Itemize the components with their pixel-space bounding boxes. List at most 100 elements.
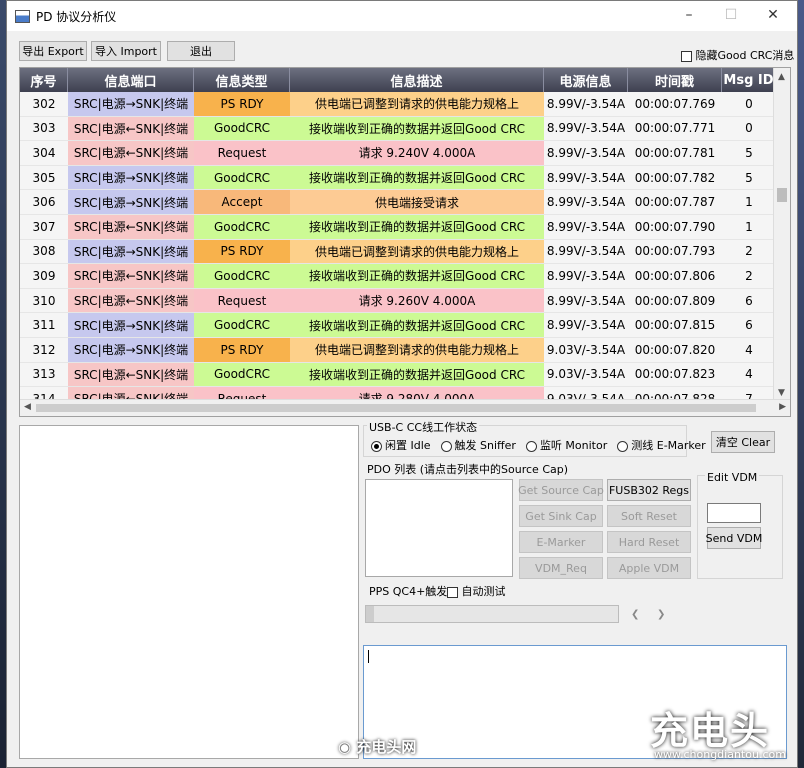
type-cell: Request — [194, 288, 290, 314]
column-header[interactable]: 信息类型 — [194, 68, 290, 92]
auto-test-checkbox[interactable] — [447, 586, 458, 598]
pdo-list[interactable] — [365, 479, 513, 577]
table-row[interactable]: 311 SRC|电源→SNK|终端 GoodCRC 接收端收到正确的数据并返回Good… — [20, 313, 776, 338]
type-cell: PS RDY — [194, 337, 290, 363]
desc-cell: 接收端收到正确的数据并返回Good CRC — [290, 264, 544, 289]
soft-reset-button[interactable]: Soft Reset — [607, 505, 691, 527]
auto-test-option[interactable]: 自动测试 — [447, 583, 506, 599]
table-row[interactable]: 308 SRC|电源→SNK|终端 PS RDY 供电端已调整到请求的供电能力规格上 8… — [20, 239, 776, 265]
table-row[interactable]: 309 SRC|电源←SNK|终端 GoodCRC 接收端收到正确的数据并返回Good… — [20, 264, 776, 289]
exit-button[interactable]: 退出 — [167, 41, 235, 61]
clear-button[interactable]: 清空 Clear — [711, 431, 775, 453]
scroll-left-icon[interactable]: ◀ — [24, 402, 31, 412]
hide-good-crc-option[interactable]: 隐藏Good CRC消息 — [681, 47, 794, 63]
type-cell: PS RDY — [194, 92, 290, 117]
e-marker-button[interactable]: E-Marker — [519, 531, 603, 553]
pps-slider-handle[interactable] — [366, 606, 374, 622]
time-cell: 00:00:07.782 — [628, 165, 722, 191]
cc-option-e-marker[interactable]: 测线 E-Marker — [617, 437, 706, 453]
time-cell: 00:00:07.790 — [628, 214, 722, 240]
detail-panel[interactable] — [19, 425, 359, 759]
table-row[interactable]: 302 SRC|电源→SNK|终端 PS RDY 供电端已调整到请求的供电能力规格上 8… — [20, 92, 776, 117]
desc-cell: 接收端收到正确的数据并返回Good CRC — [290, 362, 544, 388]
table-row[interactable]: 313 SRC|电源←SNK|终端 GoodCRC 接收端收到正确的数据并返回Good… — [20, 362, 776, 388]
type-cell: PS RDY — [194, 239, 290, 265]
cc-state-title: USB-C CC线工作状态 — [367, 419, 480, 435]
column-header[interactable]: 序号 — [20, 68, 68, 92]
port-cell: SRC|电源→SNK|终端 — [68, 92, 194, 117]
seq-cell: 304 — [20, 141, 68, 166]
minimize-icon[interactable]: – — [681, 7, 697, 23]
msg-id-cell: 1 — [722, 190, 776, 215]
pps-slider[interactable] — [365, 605, 619, 623]
send-vdm-button[interactable]: Send VDM — [706, 527, 762, 549]
import-button[interactable]: 导入 Import — [91, 41, 161, 61]
time-cell: 00:00:07.820 — [628, 337, 722, 363]
cc-radio-e-marker[interactable] — [617, 440, 629, 452]
title-bar: PD 协议分析仪 — [7, 1, 797, 31]
pps-label: PPS QC4+触发 — [369, 585, 448, 598]
type-cell: GoodCRC — [194, 264, 290, 289]
time-cell: 00:00:07.769 — [628, 92, 722, 117]
port-cell: SRC|电源→SNK|终端 — [68, 165, 194, 191]
column-header[interactable]: 时间戳 — [628, 68, 722, 92]
power-cell: 8.99V/-3.54A — [544, 313, 628, 338]
power-cell: 8.99V/-3.54A — [544, 92, 628, 117]
table-row[interactable]: 306 SRC|电源→SNK|终端 Accept 供电端接受请求 8.99V/-3.54… — [20, 190, 776, 215]
hard-reset-button[interactable]: Hard Reset — [607, 531, 691, 553]
cc-radio-monitor[interactable] — [525, 440, 537, 452]
seq-cell: 302 — [20, 92, 68, 117]
pdo-list-title: PDO 列表 (请点击列表中的Source Cap) — [367, 463, 569, 476]
scroll-down-icon[interactable]: ▼ — [778, 388, 785, 398]
hide-good-crc-checkbox[interactable] — [681, 50, 692, 62]
table-row[interactable]: 304 SRC|电源←SNK|终端 Request 请求 9.240V 4.000A 8… — [20, 141, 776, 166]
horizontal-scroll-thumb[interactable] — [36, 404, 756, 412]
pps-decrease-icon[interactable]: ❮ — [631, 609, 639, 620]
column-header[interactable]: 信息描述 — [290, 68, 544, 92]
cc-option-idle[interactable]: 闲置 Idle — [371, 437, 431, 453]
scroll-right-icon[interactable]: ▶ — [779, 402, 786, 412]
seq-cell: 309 — [20, 264, 68, 289]
desc-cell: 接收端收到正确的数据并返回Good CRC — [290, 165, 544, 191]
get-source-cap-button[interactable]: Get Source Cap — [518, 479, 604, 501]
vdm-input[interactable] — [707, 503, 761, 523]
vdm-req-button[interactable]: VDM_Req — [519, 557, 603, 579]
pps-increase-icon[interactable]: ❯ — [657, 609, 665, 620]
table-row[interactable]: 310 SRC|电源←SNK|终端 Request 请求 9.260V 4.000A 8… — [20, 288, 776, 314]
message-table[interactable]: 序号 信息端口 信息类型 信息描述 电源信息 时间戳 Msg ID 302 SRC|电源→SN… — [19, 67, 791, 417]
cc-radio-sniffer[interactable] — [440, 440, 452, 452]
close-icon[interactable]: ✕ — [765, 7, 781, 23]
column-header[interactable]: Msg ID — [722, 68, 776, 92]
export-button[interactable]: 导出 Export — [19, 41, 87, 61]
column-header[interactable]: 电源信息 — [544, 68, 628, 92]
cc-radio-idle[interactable] — [371, 440, 382, 452]
table-row[interactable]: 312 SRC|电源→SNK|终端 PS RDY 供电端已调整到请求的供电能力规格上 9… — [20, 337, 776, 363]
table-row[interactable]: 305 SRC|电源→SNK|终端 GoodCRC 接收端收到正确的数据并返回Good… — [20, 165, 776, 191]
horizontal-scrollbar[interactable]: ◀ ▶ — [20, 399, 790, 416]
desc-cell: 请求 9.240V 4.000A — [290, 141, 544, 166]
table-row[interactable]: 307 SRC|电源←SNK|终端 GoodCRC 接收端收到正确的数据并返回Good… — [20, 214, 776, 240]
scroll-up-icon[interactable]: ▲ — [778, 72, 785, 82]
vertical-scrollbar[interactable]: ▲ ▼ — [773, 68, 790, 402]
cc-option-sniffer[interactable]: 触发 Sniffer — [440, 437, 516, 453]
text-cursor — [368, 650, 369, 663]
fusb302-regs-button[interactable]: FUSB302 Regs — [607, 479, 691, 501]
time-cell: 00:00:07.771 — [628, 116, 722, 142]
table-body: 302 SRC|电源→SNK|终端 PS RDY 供电端已调整到请求的供电能力规格上 8… — [20, 92, 776, 412]
desc-cell: 接收端收到正确的数据并返回Good CRC — [290, 214, 544, 240]
maximize-icon[interactable]: ☐ — [723, 7, 739, 23]
seq-cell: 310 — [20, 288, 68, 314]
port-cell: SRC|电源←SNK|终端 — [68, 116, 194, 142]
table-row[interactable]: 303 SRC|电源←SNK|终端 GoodCRC 接收端收到正确的数据并返回Good… — [20, 116, 776, 142]
apple-vdm-button[interactable]: Apple VDM — [607, 557, 691, 579]
hide-good-crc-label: 隐藏Good CRC消息 — [695, 49, 795, 62]
weibo-watermark-text: 充电头网 — [356, 738, 417, 756]
cc-option-monitor[interactable]: 监听 Monitor — [525, 437, 607, 453]
msg-id-cell: 0 — [722, 116, 776, 142]
power-cell: 8.99V/-3.54A — [544, 264, 628, 289]
msg-id-cell: 2 — [722, 239, 776, 265]
site-logo-watermark: 充电头 — [650, 709, 771, 753]
vertical-scroll-thumb[interactable] — [777, 188, 787, 202]
column-header[interactable]: 信息端口 — [68, 68, 194, 92]
get-sink-cap-button[interactable]: Get Sink Cap — [519, 505, 603, 527]
